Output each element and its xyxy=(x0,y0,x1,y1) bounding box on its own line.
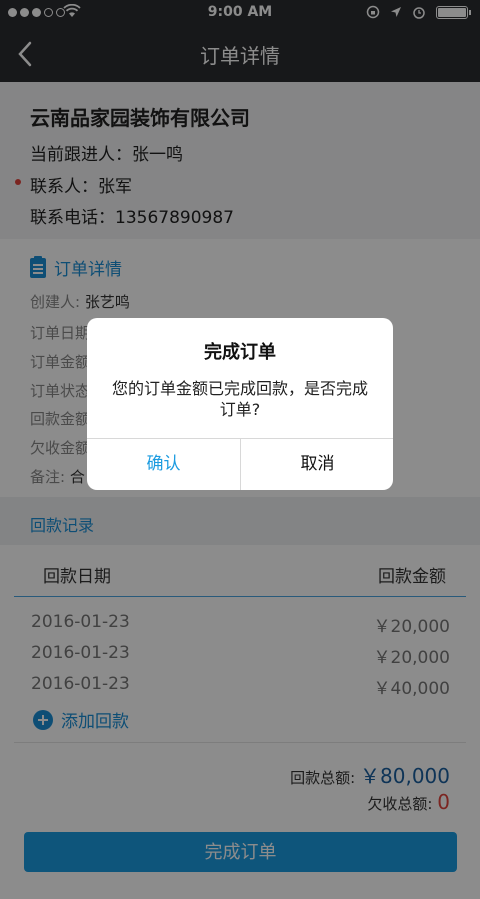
dialog-message: 您的订单金额已完成回款，是否完成订单? xyxy=(111,379,368,419)
complete-order-dialog: 完成订单 您的订单金额已完成回款，是否完成订单? 确认 取消 xyxy=(87,318,393,490)
confirm-button[interactable]: 确认 xyxy=(87,439,240,490)
cancel-button[interactable]: 取消 xyxy=(241,439,393,490)
dialog-title: 完成订单 xyxy=(204,342,276,363)
